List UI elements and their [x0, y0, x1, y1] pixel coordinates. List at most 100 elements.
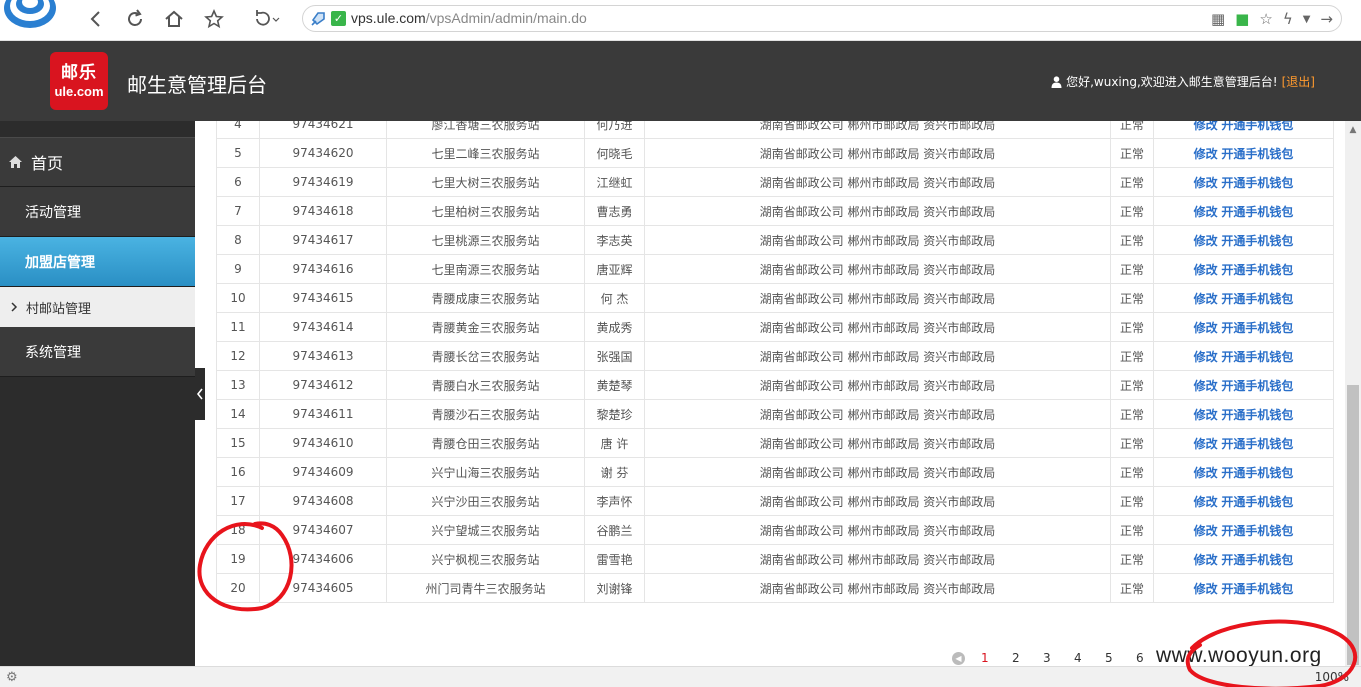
status-cell: 正常: [1110, 138, 1154, 168]
open-mobile-wallet-link[interactable]: 开通手机钱包: [1221, 205, 1293, 219]
open-mobile-wallet-link[interactable]: 开通手机钱包: [1221, 234, 1293, 248]
sidebar-collapse-toggle[interactable]: [195, 368, 205, 420]
status-cell: 正常: [1110, 341, 1154, 371]
open-mobile-wallet-link[interactable]: 开通手机钱包: [1221, 495, 1293, 509]
operations-cell: 修改 开通手机钱包: [1153, 486, 1334, 516]
page-link-3[interactable]: 3: [1043, 651, 1074, 665]
edit-link[interactable]: 修改: [1194, 176, 1218, 190]
scroll-up-arrow-icon[interactable]: ▲: [1345, 123, 1361, 137]
open-mobile-wallet-link[interactable]: 开通手机钱包: [1221, 466, 1293, 480]
qr-code-icon[interactable]: ▦: [1211, 10, 1225, 28]
lock-icon[interactable]: ■: [1235, 10, 1249, 28]
page-link-1[interactable]: 1: [981, 651, 1012, 665]
edit-link[interactable]: 修改: [1194, 495, 1218, 509]
open-mobile-wallet-link[interactable]: 开通手机钱包: [1221, 121, 1293, 132]
open-mobile-wallet-link[interactable]: 开通手机钱包: [1221, 292, 1293, 306]
station-table: 4 97434621 廖江香塘三农服务站 何乃进 湖南省邮政公司 郴州市邮政局 资兴市邮…: [216, 121, 1334, 603]
contact-person: 谢 芬: [584, 457, 645, 487]
row-number: 18: [216, 515, 260, 545]
table-row: 18 97434607 兴宁望城三农服务站 谷鹏兰 湖南省邮政公司 郴州市邮政局 资兴市…: [216, 515, 1334, 545]
lightning-icon[interactable]: ϟ: [1283, 10, 1293, 28]
open-mobile-wallet-link[interactable]: 开通手机钱包: [1221, 408, 1293, 422]
organization: 湖南省邮政公司 郴州市邮政局 资兴市邮政局: [644, 341, 1111, 371]
station-name: 七里桃源三农服务站: [386, 225, 585, 255]
operations-cell: 修改 开通手机钱包: [1153, 283, 1334, 313]
operations-cell: 修改 开通手机钱包: [1153, 167, 1334, 197]
page-link-5[interactable]: 5: [1105, 651, 1136, 665]
logout-link[interactable]: [退出]: [1282, 73, 1315, 90]
favorite-star-icon[interactable]: ☆: [1259, 10, 1272, 28]
row-number: 16: [216, 457, 260, 487]
edit-link[interactable]: 修改: [1194, 263, 1218, 277]
go-arrow-icon[interactable]: →: [1320, 10, 1333, 28]
bookmark-button[interactable]: [201, 6, 227, 32]
sidebar-item-system[interactable]: 系统管理: [0, 327, 195, 377]
open-mobile-wallet-link[interactable]: 开通手机钱包: [1221, 379, 1293, 393]
open-mobile-wallet-link[interactable]: 开通手机钱包: [1221, 263, 1293, 277]
edit-link[interactable]: 修改: [1194, 234, 1218, 248]
table-row: 13 97434612 青腰白水三农服务站 黄楚琴 湖南省邮政公司 郴州市邮政局 资兴市…: [216, 370, 1334, 400]
sidebar-item-franchise[interactable]: 加盟店管理: [0, 237, 195, 287]
station-name: 七里二峰三农服务站: [386, 138, 585, 168]
undo-button[interactable]: [248, 6, 284, 32]
address-bar[interactable]: ✓ vps.ule.com/vpsAdmin/admin/main.do ▦ ■…: [302, 5, 1342, 32]
status-cell: 正常: [1110, 457, 1154, 487]
contact-person: 黎楚珍: [584, 399, 645, 429]
table-row: 7 97434618 七里柏树三农服务站 曹志勇 湖南省邮政公司 郴州市邮政局 资兴市邮…: [216, 196, 1334, 226]
edit-link[interactable]: 修改: [1194, 121, 1218, 132]
table-row: 20 97434605 州门司青牛三农服务站 刘谢锋 湖南省邮政公司 郴州市邮政局 资兴…: [216, 573, 1334, 603]
edit-link[interactable]: 修改: [1194, 147, 1218, 161]
status-cell: 正常: [1110, 167, 1154, 197]
edit-link[interactable]: 修改: [1194, 408, 1218, 422]
edit-link[interactable]: 修改: [1194, 524, 1218, 538]
browser-logo-icon: [4, 0, 56, 28]
station-id: 97434616: [259, 254, 387, 284]
dropdown-arrow-icon[interactable]: ▼: [1303, 14, 1311, 25]
main-content: 4 97434621 廖江香塘三农服务站 何乃进 湖南省邮政公司 郴州市邮政局 资兴市邮…: [205, 121, 1345, 666]
refresh-button[interactable]: [122, 6, 148, 32]
station-name: 七里大树三农服务站: [386, 167, 585, 197]
scrollbar-thumb[interactable]: [1347, 385, 1359, 665]
edit-link[interactable]: 修改: [1194, 379, 1218, 393]
operations-cell: 修改 开通手机钱包: [1153, 341, 1334, 371]
table-row: 6 97434619 七里大树三农服务站 江继虹 湖南省邮政公司 郴州市邮政局 资兴市邮…: [216, 167, 1334, 197]
edit-link[interactable]: 修改: [1194, 437, 1218, 451]
page-link-2[interactable]: 2: [1012, 651, 1043, 665]
contact-person: 何晓毛: [584, 138, 645, 168]
open-mobile-wallet-link[interactable]: 开通手机钱包: [1221, 553, 1293, 567]
organization: 湖南省邮政公司 郴州市邮政局 资兴市邮政局: [644, 283, 1111, 313]
edit-link[interactable]: 修改: [1194, 582, 1218, 596]
sidebar-item-home[interactable]: 首页: [0, 137, 195, 187]
prev-page-icon[interactable]: ◀: [952, 651, 965, 665]
gear-icon[interactable]: ⚙: [6, 670, 18, 685]
open-mobile-wallet-link[interactable]: 开通手机钱包: [1221, 321, 1293, 335]
open-mobile-wallet-link[interactable]: 开通手机钱包: [1221, 437, 1293, 451]
organization: 湖南省邮政公司 郴州市邮政局 资兴市邮政局: [644, 254, 1111, 284]
edit-link[interactable]: 修改: [1194, 553, 1218, 567]
back-button[interactable]: [82, 6, 108, 32]
edit-link[interactable]: 修改: [1194, 466, 1218, 480]
edit-link[interactable]: 修改: [1194, 321, 1218, 335]
table-row: 17 97434608 兴宁沙田三农服务站 李声怀 湖南省邮政公司 郴州市邮政局 资兴市…: [216, 486, 1334, 516]
open-mobile-wallet-link[interactable]: 开通手机钱包: [1221, 147, 1293, 161]
contact-person: 张强国: [584, 341, 645, 371]
open-mobile-wallet-link[interactable]: 开通手机钱包: [1221, 176, 1293, 190]
edit-link[interactable]: 修改: [1194, 350, 1218, 364]
contact-person: 黄楚琴: [584, 370, 645, 400]
edit-link[interactable]: 修改: [1194, 292, 1218, 306]
station-id: 97434609: [259, 457, 387, 487]
open-mobile-wallet-link[interactable]: 开通手机钱包: [1221, 350, 1293, 364]
edit-link[interactable]: 修改: [1194, 205, 1218, 219]
row-number: 14: [216, 399, 260, 429]
open-mobile-wallet-link[interactable]: 开通手机钱包: [1221, 582, 1293, 596]
ule-logo[interactable]: 邮乐 ule.com: [50, 52, 108, 110]
page-link-4[interactable]: 4: [1074, 651, 1105, 665]
home-button[interactable]: [161, 6, 187, 32]
vertical-scrollbar[interactable]: ▲: [1345, 121, 1361, 666]
open-mobile-wallet-link[interactable]: 开通手机钱包: [1221, 524, 1293, 538]
sidebar-item-activity[interactable]: 活动管理: [0, 187, 195, 237]
sidebar-subitem-village-post[interactable]: 村邮站管理: [0, 287, 195, 327]
zoom-level[interactable]: 100%: [1315, 670, 1349, 684]
station-id: 97434620: [259, 138, 387, 168]
star-icon: [204, 9, 224, 29]
